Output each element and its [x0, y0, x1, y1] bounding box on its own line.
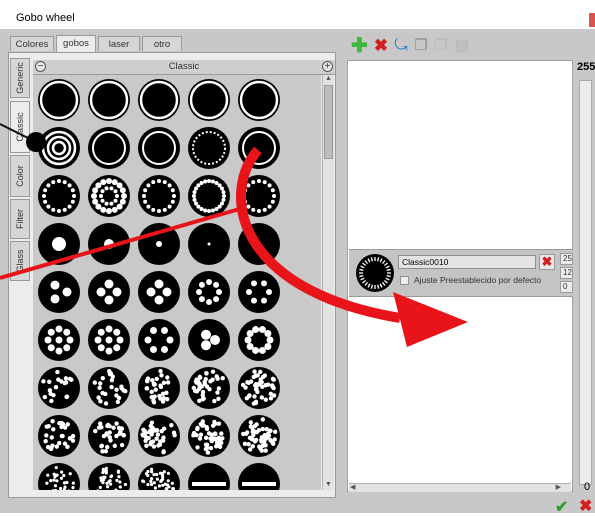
gobo-grid-svg: [33, 75, 321, 490]
gobo-thumbnail[interactable]: [188, 223, 230, 265]
gobo-thumbnail[interactable]: [88, 415, 130, 457]
gobo-thumbnail[interactable]: [238, 319, 280, 361]
category-title: Classic: [33, 61, 335, 72]
gobo-thumbnail[interactable]: [138, 79, 180, 121]
vtab-classic[interactable]: Classic: [10, 101, 30, 153]
gobo-thumbnail[interactable]: [38, 79, 80, 121]
gobo-thumbnail[interactable]: [88, 223, 130, 265]
gobo-thumbnail[interactable]: [188, 127, 230, 169]
cancel-x-icon[interactable]: ✖: [579, 496, 592, 516]
gobo-thumbnail[interactable]: [138, 271, 180, 313]
refresh-arrow-icon[interactable]: ⤿: [393, 38, 409, 54]
gobo-thumbnail[interactable]: [88, 175, 130, 217]
close-window-icon[interactable]: [589, 13, 595, 27]
slot-gobo-preview: [355, 253, 395, 293]
gobo-thumbnail[interactable]: [138, 319, 180, 361]
delete-x-icon[interactable]: ✖: [373, 38, 389, 54]
gobo-thumbnail[interactable]: [88, 319, 130, 361]
gobo-thumbnail[interactable]: [138, 415, 180, 457]
vtab-glass[interactable]: Glass: [10, 241, 30, 281]
vtab-generic[interactable]: Generic: [10, 58, 30, 98]
fader-min-value: 0: [584, 481, 590, 493]
check-icon[interactable]: ✔: [555, 497, 568, 517]
slot-spin-2[interactable]: 12: [560, 267, 573, 279]
slot-name-field[interactable]: Classic0010: [398, 255, 536, 269]
gobo-thumbnail[interactable]: [38, 415, 80, 457]
clipboard-icon[interactable]: ▤: [454, 38, 470, 54]
gobo-thumbnail[interactable]: [188, 415, 230, 457]
scroll-up-icon[interactable]: ▲: [324, 75, 333, 84]
default-checkbox[interactable]: [400, 276, 409, 285]
vtab-color[interactable]: Color: [10, 155, 30, 197]
paste-icon[interactable]: ❐: [433, 38, 449, 54]
gobo-thumbnail[interactable]: [188, 319, 230, 361]
gobo-thumbnail[interactable]: [238, 127, 280, 169]
gobo-thumbnail[interactable]: [238, 271, 280, 313]
default-checkbox-label: Ajuste Preestablecido por defecto: [414, 275, 541, 285]
tab-laser[interactable]: laser: [98, 36, 140, 51]
gobo-thumbnail[interactable]: [188, 463, 230, 490]
tab-colores[interactable]: Colores: [10, 36, 54, 51]
slot-spin-3[interactable]: 0: [560, 281, 573, 293]
gobo-thumbnail[interactable]: [38, 463, 80, 490]
gobo-thumbnail[interactable]: [188, 79, 230, 121]
gobo-thumbnail[interactable]: [238, 223, 280, 265]
gobo-thumbnail[interactable]: [88, 127, 130, 169]
category-header: − Classic +: [33, 60, 335, 75]
scroll-left-icon[interactable]: ◀: [350, 483, 355, 491]
gobo-thumbnail[interactable]: [138, 175, 180, 217]
gobo-thumbnail[interactable]: [38, 175, 80, 217]
gobo-thumbnail[interactable]: [38, 367, 80, 409]
scroll-down-icon[interactable]: ▼: [324, 481, 333, 490]
tab-gobos[interactable]: gobos: [56, 35, 96, 52]
fader-max-value: 255: [577, 61, 595, 73]
vtab-filter[interactable]: Filter: [10, 199, 30, 239]
gobo-thumbnail[interactable]: [38, 271, 80, 313]
gobo-grid-scrollbar[interactable]: ▲ ▼: [322, 75, 334, 490]
gobo-thumbnail[interactable]: [88, 79, 130, 121]
title-bar: Gobo wheel: [0, 0, 595, 29]
gobo-thumbnail[interactable]: [138, 367, 180, 409]
plus-circle-icon[interactable]: +: [322, 61, 333, 72]
gobo-thumbnail[interactable]: [238, 415, 280, 457]
add-plus-icon[interactable]: ✚: [351, 38, 367, 54]
scroll-right-icon[interactable]: ▶: [556, 483, 561, 491]
gobo-thumbnail[interactable]: [138, 463, 180, 490]
gobo-thumbnail[interactable]: [138, 127, 180, 169]
slots-horizontal-scrollbar[interactable]: ◀ ▶: [349, 483, 571, 492]
gobo-thumbnail[interactable]: [138, 223, 180, 265]
intensity-fader[interactable]: [579, 80, 592, 485]
gobo-thumbnail[interactable]: [88, 367, 130, 409]
slot-spin-1[interactable]: 25: [560, 253, 573, 265]
gobo-thumbnail[interactable]: [238, 79, 280, 121]
gobo-thumbnail[interactable]: [238, 175, 280, 217]
gobo-thumbnail[interactable]: [38, 127, 80, 169]
gobo-thumbnail[interactable]: [88, 463, 130, 490]
gobo-thumbnail[interactable]: [38, 223, 80, 265]
copy-icon[interactable]: ❐: [413, 38, 429, 54]
gobo-thumbnail[interactable]: [238, 463, 280, 490]
scroll-thumb[interactable]: [324, 85, 333, 159]
tab-otro[interactable]: otro: [142, 36, 182, 51]
gobo-thumbnail[interactable]: [88, 271, 130, 313]
gobo-thumbnail[interactable]: [188, 367, 230, 409]
gobo-thumbnail[interactable]: [238, 367, 280, 409]
gobo-thumbnail[interactable]: [38, 319, 80, 361]
gobo-grid: [33, 75, 321, 490]
gobo-thumbnail[interactable]: [188, 271, 230, 313]
window-title: Gobo wheel: [16, 12, 75, 24]
gobo-thumbnail[interactable]: [188, 175, 230, 217]
slot-delete-icon[interactable]: ✖: [539, 254, 555, 270]
